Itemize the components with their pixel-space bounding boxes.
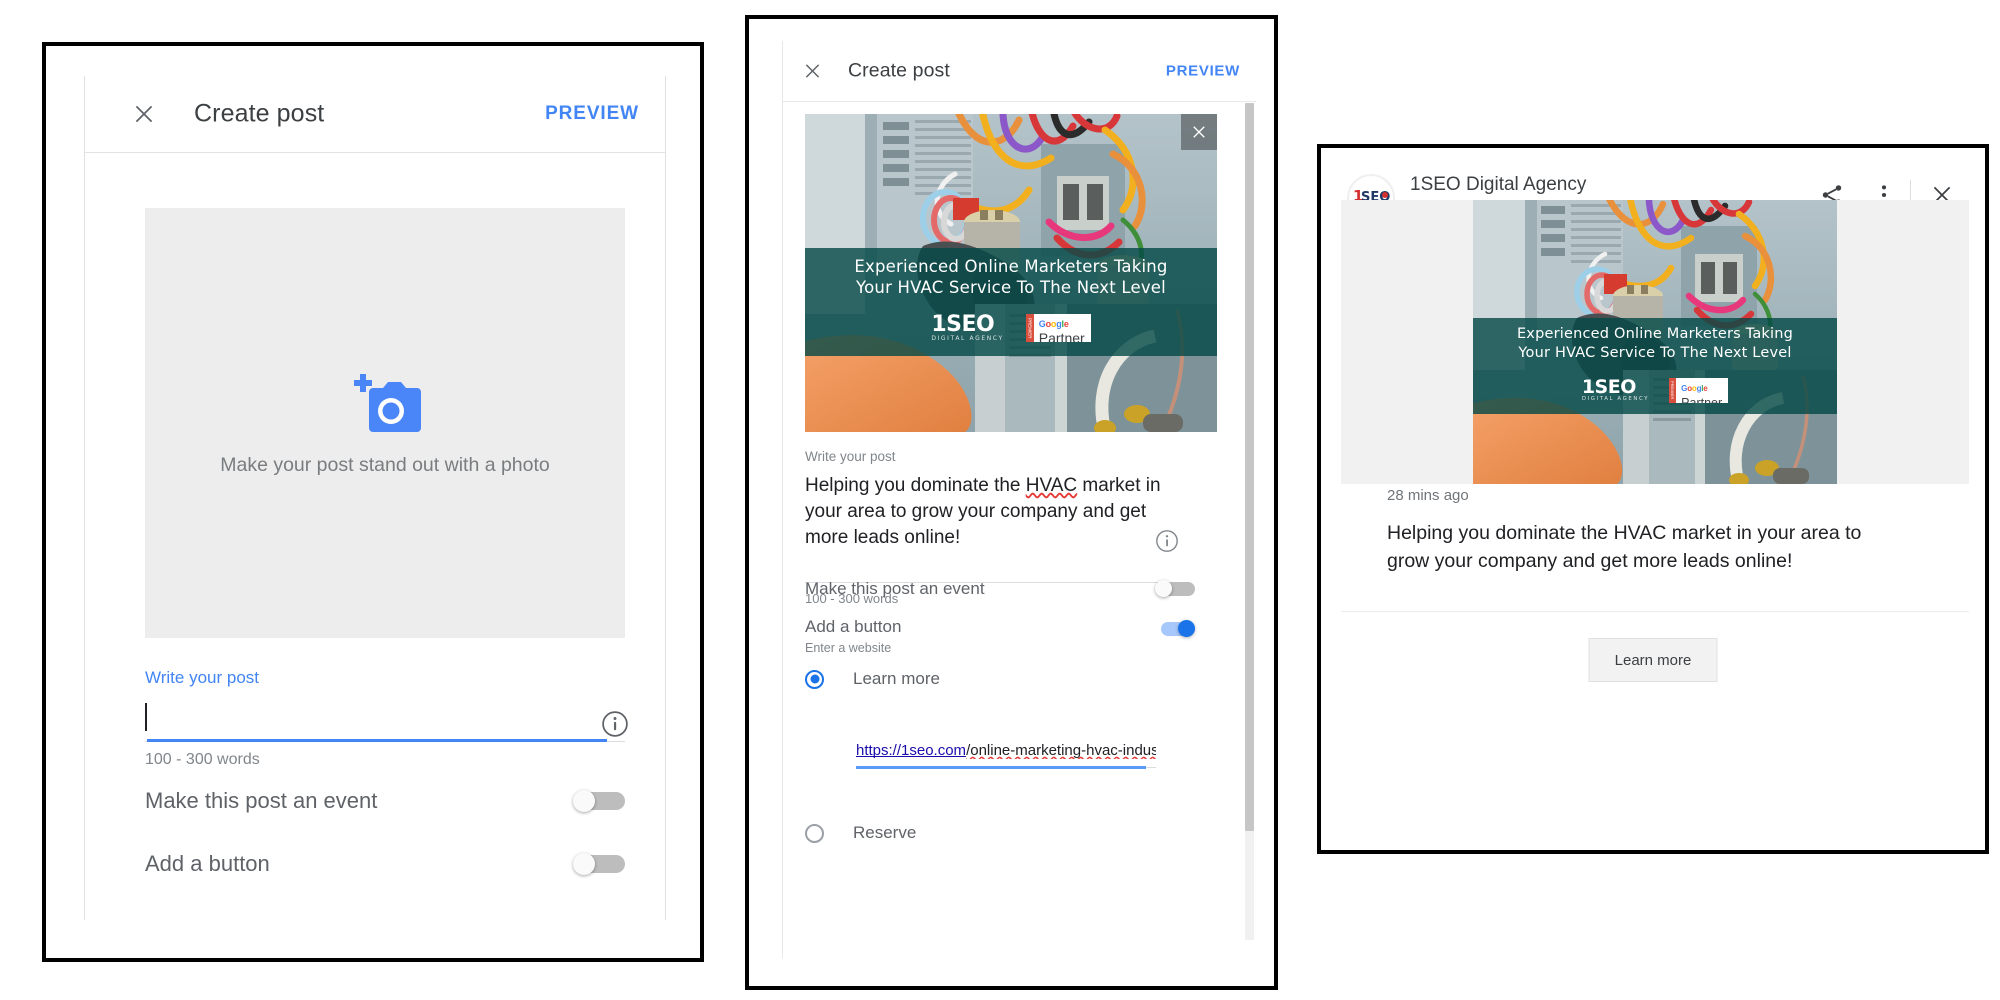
radio-reserve[interactable] (805, 823, 824, 843)
create-post-dialog-filled: Create post PREVIEW Experienced Online M… (782, 41, 1256, 958)
toggle-label-add-button: Add a button (805, 617, 902, 636)
post-timestamp: 28 mins ago (1387, 487, 1469, 504)
toggle-make-event[interactable] (573, 790, 625, 812)
badge-google-label: Google (1038, 319, 1069, 329)
create-post-empty-panel: Create post PREVIEW Make your post stand… (42, 42, 704, 962)
toggle-knob (573, 790, 595, 812)
brand-logo-1seo: 1SEO DIGITAL AGENCY (931, 312, 1004, 342)
toggle-row-make-event[interactable]: Make this post an event (145, 788, 625, 814)
badge-partner-label: Partner (1681, 395, 1723, 403)
learn-more-button[interactable]: Learn more (1588, 638, 1718, 682)
hvac-photo: Experienced Online Marketers Taking Your… (805, 114, 1217, 432)
overlay-logos: 1SEO DIGITAL AGENCY PREMIER Google Partn… (805, 310, 1217, 346)
page-title: Create post (194, 99, 325, 128)
add-photo-icon (347, 370, 423, 436)
toggle-knob (1178, 620, 1195, 637)
radio-option-learn-more[interactable]: Learn more (805, 669, 940, 689)
badge-bar-label: PREMIER (1669, 377, 1677, 403)
toggle-label-make-event: Make this post an event (145, 788, 378, 813)
badge-partner-label: Partner (1038, 330, 1085, 342)
google-partner-badge: PREMIER Google Partner (1669, 377, 1729, 403)
post-preview-panel: 1 SEO DIGITAL AGENCY 1SEO Digital Agency… (1317, 144, 1989, 854)
overlay-title-line2: Your HVAC Service To The Next Level (856, 278, 1166, 297)
url-underline-active (856, 766, 1146, 769)
toggle-add-button[interactable] (573, 853, 625, 875)
add-button-label-group: Add a button Enter a website (805, 617, 901, 655)
radio-learn-more[interactable] (805, 669, 824, 689)
create-post-dialog: Create post PREVIEW Make your post stand… (84, 76, 666, 920)
scrollbar-thumb[interactable] (1245, 103, 1254, 832)
dialog-body: Experienced Online Marketers Taking Your… (783, 101, 1256, 958)
radio-option-reserve[interactable]: Reserve (805, 823, 916, 843)
toggle-label-add-button: Add a button (145, 851, 270, 876)
hvac-photo: Experienced Online Marketers Taking Your… (1473, 200, 1837, 484)
dialog-header: Create post PREVIEW (85, 76, 665, 153)
overlay-logos: 1SEO DIGITAL AGENCY PREMIER Google Partn… (1473, 374, 1837, 406)
section-divider (1341, 611, 1969, 612)
post-image[interactable]: Experienced Online Marketers Taking Your… (1473, 200, 1837, 484)
info-icon[interactable] (601, 710, 629, 738)
close-icon[interactable] (802, 61, 823, 82)
toggle-knob (573, 853, 595, 875)
url-domain: https://1seo.com (856, 742, 967, 759)
write-post-input[interactable]: Helping you dominate the HVAC market in … (805, 473, 1190, 550)
info-icon[interactable] (1155, 529, 1179, 553)
toggle-add-button[interactable] (1155, 620, 1195, 637)
write-post-label: Write your post (145, 668, 260, 687)
website-url-field[interactable]: https://1seo.com/online-marketing-hvac-i… (856, 742, 1156, 769)
toggle-row-add-button[interactable]: Add a button Enter a website (805, 617, 1195, 655)
uploaded-post-image[interactable]: Experienced Online Marketers Taking Your… (805, 114, 1217, 432)
brand-tagline: DIGITAL AGENCY (931, 335, 1004, 342)
add-button-sublabel: Enter a website (805, 641, 892, 655)
create-post-filled-panel: Create post PREVIEW Experienced Online M… (745, 15, 1278, 990)
toggle-label-make-event: Make this post an event (805, 579, 985, 598)
write-post-label: Write your post (805, 449, 896, 464)
post-text-pre: Helping you dominate the (805, 475, 1026, 496)
toggle-row-add-button[interactable]: Add a button (145, 851, 625, 877)
preview-button[interactable]: PREVIEW (1166, 63, 1240, 80)
google-partner-badge: PREMIER Google Partner (1025, 314, 1091, 342)
close-icon[interactable] (131, 101, 157, 127)
remove-image-close-icon[interactable] (1181, 114, 1217, 150)
post-body-text: Helping you dominate the HVAC market in … (1387, 522, 1862, 572)
brand-tagline: DIGITAL AGENCY (1581, 395, 1650, 402)
preview-button[interactable]: PREVIEW (545, 103, 639, 125)
brand-logo-1seo: 1SEO DIGITAL AGENCY (1581, 375, 1650, 402)
radio-label-learn-more: Learn more (853, 669, 940, 688)
radio-label-reserve: Reserve (853, 823, 917, 842)
photo-upload-dropzone[interactable]: Make your post stand out with a photo (145, 208, 625, 638)
text-caret (145, 703, 147, 731)
post-text-misspelled: HVAC (1025, 475, 1078, 496)
badge-bar-label: PREMIER (1025, 314, 1034, 342)
post-image-container: Experienced Online Marketers Taking Your… (1341, 200, 1969, 484)
overlay-title-line1: Experienced Online Marketers Taking (854, 257, 1168, 276)
dialog-header: Create post PREVIEW (783, 41, 1256, 102)
input-underline-active (147, 739, 607, 742)
url-value: https://1seo.com/online-marketing-hvac-i… (856, 742, 1156, 759)
word-count-helper: 100 - 300 words (145, 751, 260, 768)
badge-google-label: Google (1681, 383, 1708, 393)
toggle-make-event[interactable] (1155, 580, 1195, 598)
business-name: 1SEO Digital Agency (1410, 174, 1587, 195)
photo-hint-text: Make your post stand out with a photo (220, 453, 550, 476)
url-path: /online-marketing-hvac-industry/?u (966, 742, 1156, 759)
overlay-title-line1: Experienced Online Marketers Taking (1516, 326, 1794, 342)
page-title: Create post (848, 59, 950, 82)
write-post-field-group: Write your post 100 - 300 words (145, 668, 628, 769)
overlay-title-line2: Your HVAC Service To The Next Level (1518, 345, 1792, 361)
write-post-input[interactable] (145, 700, 625, 742)
toggle-row-make-event[interactable]: Make this post an event (805, 579, 1195, 599)
vertical-scrollbar[interactable] (1245, 103, 1254, 940)
